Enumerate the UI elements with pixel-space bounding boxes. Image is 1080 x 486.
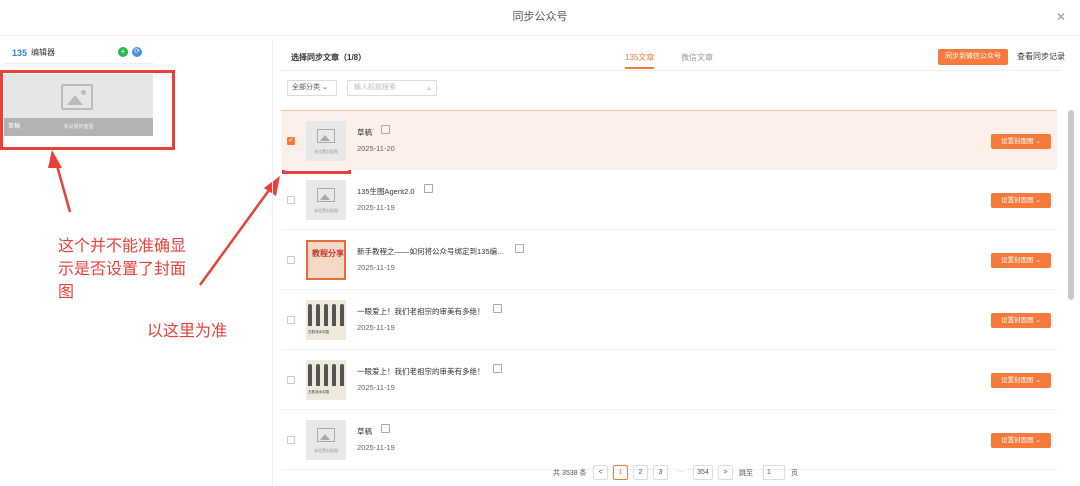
jump-input[interactable]: 1: [763, 465, 785, 480]
pagination: 共 3538 条 < 1 2 3 ... 354 > 跳至 1 页: [273, 465, 1080, 483]
article-row[interactable]: 未设置封面图 草稿 2025-11-20 设置封面图 ⌄: [281, 110, 1057, 170]
prev-page-button[interactable]: <: [593, 465, 608, 480]
article-checkbox[interactable]: [287, 256, 295, 264]
article-row[interactable]: 未设置封面图 草稿 2025-11-19 设置封面图 ⌄: [281, 410, 1057, 470]
article-date: 2025-11-19: [357, 443, 395, 452]
page-ellipsis: ...: [678, 467, 684, 474]
sync-log-link[interactable]: 查看同步记录: [1017, 51, 1065, 62]
set-cover-button[interactable]: 设置封面图 ⌄: [991, 134, 1051, 149]
article-title: 草稿: [357, 128, 372, 137]
page-unit: 页: [791, 470, 798, 477]
page-button[interactable]: 1: [613, 465, 628, 480]
last-page-button[interactable]: 354: [693, 465, 713, 480]
set-cover-button[interactable]: 设置封面图 ⌄: [991, 373, 1051, 388]
article-row[interactable]: 古韵流水中国 一眼爱上！我们老祖宗的审美有多绝！ 2025-11-19 设置封面…: [281, 350, 1057, 410]
page-button[interactable]: 2: [633, 465, 648, 480]
edit-icon[interactable]: [381, 125, 390, 134]
article-thumbnail: 未设置封面图: [306, 420, 346, 460]
article-row[interactable]: 未设置封面图 135生图Agent2.0 2025-11-19 设置封面图 ⌄: [281, 170, 1057, 230]
image-placeholder-icon: [317, 188, 335, 202]
article-title: 一眼爱上！我们老祖宗的审美有多绝！: [357, 367, 485, 376]
total-count: 共 3538 条: [553, 470, 587, 477]
thumb-text: 古韵流水中国: [308, 390, 329, 394]
article-checkbox[interactable]: [287, 376, 295, 384]
article-title: 135生图Agent2.0: [357, 187, 415, 196]
scrollbar[interactable]: [1068, 110, 1074, 300]
set-cover-button[interactable]: 设置封面图 ⌄: [991, 433, 1051, 448]
edit-icon[interactable]: [493, 304, 502, 313]
divider: [281, 70, 1061, 71]
annotation-note-right: 以这里为准: [147, 323, 228, 340]
next-page-button[interactable]: >: [718, 465, 733, 480]
article-date: 2025-11-19: [357, 323, 395, 332]
article-thumbnail: 教程分享: [306, 240, 346, 280]
article-thumbnail: 古韵流水中国: [306, 300, 346, 340]
article-title: 一眼爱上！我们老祖宗的审美有多绝！: [357, 307, 485, 316]
panel-title: 选择同步文章（1/8）: [291, 53, 367, 62]
search-icon[interactable]: ⌕: [427, 83, 431, 97]
sync-to-wechat-button[interactable]: 同步到微信公众号: [938, 49, 1008, 65]
tab-wechat-articles[interactable]: 微信文章: [681, 52, 713, 63]
article-row[interactable]: 教程分享 新手教程之——如何将公众号绑定到135编… 2025-11-19 设置…: [281, 230, 1057, 290]
article-thumbnail: 古韵流水中国: [306, 360, 346, 400]
edit-icon[interactable]: [493, 364, 502, 373]
thumb-text: 未设置封面图: [314, 448, 338, 453]
set-cover-button[interactable]: 设置封面图 ⌄: [991, 313, 1051, 328]
article-thumbnail: 未设置封面图: [306, 180, 346, 220]
article-checkbox[interactable]: [287, 196, 295, 204]
article-title: 新手教程之——如何将公众号绑定到135编…: [357, 247, 505, 256]
jump-label: 跳至: [739, 470, 753, 477]
page-button[interactable]: 3: [653, 465, 668, 480]
article-date: 2025-11-19: [357, 203, 395, 212]
category-select[interactable]: 全部分类 ⌄: [287, 80, 337, 96]
article-date: 2025-11-20: [357, 144, 395, 153]
search-input[interactable]: 输入标题搜索 ⌕: [347, 80, 437, 96]
edit-icon[interactable]: [424, 184, 433, 193]
thumb-text: 未设置封面图: [314, 208, 338, 213]
thumb-text: 未设置封面图: [314, 149, 338, 154]
search-placeholder: 输入标题搜索: [354, 84, 396, 91]
article-date: 2025-11-19: [357, 383, 395, 392]
article-panel: 选择同步文章（1/8） 135文章 微信文章 同步到微信公众号 查看同步记录 全…: [272, 40, 1080, 486]
article-thumbnail: 未设置封面图: [306, 121, 346, 161]
thumb-text: 古韵流水中国: [308, 330, 329, 334]
image-placeholder-icon: [317, 428, 335, 442]
edit-icon[interactable]: [381, 424, 390, 433]
article-checkbox[interactable]: [287, 316, 295, 324]
set-cover-button[interactable]: 设置封面图 ⌄: [991, 193, 1051, 208]
annotation-note-left: 这个并不能准确显示是否设置了封面图: [58, 238, 187, 301]
thumb-text: 教程分享: [312, 249, 344, 258]
image-placeholder-icon: [317, 129, 335, 143]
article-title: 草稿: [357, 427, 372, 436]
set-cover-button[interactable]: 设置封面图 ⌄: [991, 253, 1051, 268]
tab-135-articles[interactable]: 135文章: [625, 52, 655, 69]
article-checkbox[interactable]: [287, 136, 295, 145]
article-checkbox[interactable]: [287, 436, 295, 444]
edit-icon[interactable]: [515, 244, 524, 253]
article-row[interactable]: 古韵流水中国 一眼爱上！我们老祖宗的审美有多绝！ 2025-11-19 设置封面…: [281, 290, 1057, 350]
article-date: 2025-11-19: [357, 263, 395, 272]
